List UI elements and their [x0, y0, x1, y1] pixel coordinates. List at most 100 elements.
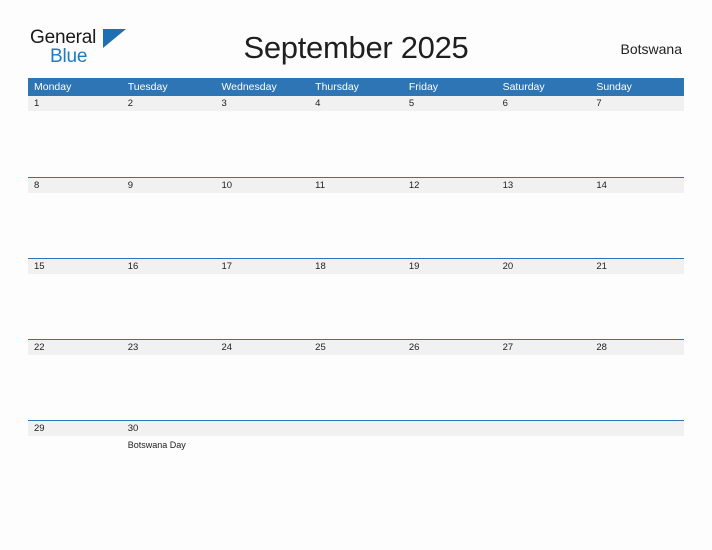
- event-band: Botswana Day: [28, 436, 684, 501]
- day-number[interactable]: 26: [403, 340, 497, 355]
- day-number[interactable]: 4: [309, 96, 403, 111]
- day-number[interactable]: 11: [309, 178, 403, 193]
- day-cell[interactable]: [28, 436, 122, 501]
- day-cell[interactable]: [215, 111, 309, 176]
- weekday-header-saturday: Saturday: [502, 81, 545, 93]
- day-cell: [590, 436, 684, 501]
- date-number-band: 1234567: [28, 96, 684, 111]
- day-cell: [215, 436, 309, 501]
- day-number[interactable]: 3: [215, 96, 309, 111]
- day-cell[interactable]: [403, 193, 497, 258]
- day-number[interactable]: 15: [28, 259, 122, 274]
- day-cell[interactable]: [590, 111, 684, 176]
- day-number: [403, 421, 497, 436]
- day-cell[interactable]: [309, 355, 403, 420]
- day-cell[interactable]: [403, 355, 497, 420]
- day-number[interactable]: 29: [28, 421, 122, 436]
- weekday-header-monday: Monday: [34, 81, 72, 93]
- day-number[interactable]: 16: [122, 259, 216, 274]
- day-cell[interactable]: [122, 355, 216, 420]
- day-cell: [497, 436, 591, 501]
- day-number[interactable]: 22: [28, 340, 122, 355]
- day-cell[interactable]: [309, 111, 403, 176]
- day-cell[interactable]: [122, 193, 216, 258]
- day-number[interactable]: 13: [497, 178, 591, 193]
- weekday-header-thursday: Thursday: [315, 81, 359, 93]
- day-number[interactable]: 28: [590, 340, 684, 355]
- day-number: [497, 421, 591, 436]
- day-event: Botswana Day: [127, 440, 186, 450]
- page-header: General Blue September 2025 Botswana: [0, 0, 712, 78]
- event-band: [28, 355, 684, 420]
- day-number: [309, 421, 403, 436]
- weekday-header-tuesday: Tuesday: [127, 81, 168, 93]
- weekday-header-wednesday: Wednesday: [221, 81, 277, 93]
- calendar-page: General Blue September 2025 Botswana Mon…: [0, 0, 712, 550]
- day-number[interactable]: 5: [403, 96, 497, 111]
- day-number[interactable]: 1: [28, 96, 122, 111]
- event-band: [28, 111, 684, 176]
- weekday-header-row: Monday Tuesday Wednesday Thursday Friday…: [28, 78, 684, 96]
- day-cell: [309, 436, 403, 501]
- calendar-week-row: 1234567: [28, 96, 684, 177]
- date-number-band: 15 16 17 18 19 20 21: [28, 259, 684, 274]
- calendar-week-row: 8 9 10 11 12 13 14: [28, 177, 684, 258]
- day-number[interactable]: 12: [403, 178, 497, 193]
- day-cell[interactable]: [28, 355, 122, 420]
- day-cell[interactable]: [309, 274, 403, 339]
- day-number[interactable]: 9: [122, 178, 216, 193]
- day-cell[interactable]: [403, 111, 497, 176]
- day-cell[interactable]: [497, 274, 591, 339]
- day-cell[interactable]: [215, 355, 309, 420]
- date-number-band: 8 9 10 11 12 13 14: [28, 178, 684, 193]
- day-cell[interactable]: [215, 274, 309, 339]
- calendar-week-row: 22 23 24 25 26 27 28: [28, 339, 684, 420]
- date-number-band: 22 23 24 25 26 27 28: [28, 340, 684, 355]
- day-number[interactable]: 8: [28, 178, 122, 193]
- day-cell[interactable]: Botswana Day: [122, 436, 216, 501]
- day-cell[interactable]: [28, 274, 122, 339]
- day-cell: [403, 436, 497, 501]
- country-label: Botswana: [620, 41, 682, 57]
- day-cell[interactable]: [28, 111, 122, 176]
- event-band: [28, 274, 684, 339]
- day-number[interactable]: 18: [309, 259, 403, 274]
- calendar-weeks: 1 2 3 4 5 6 7 8 9 10 11 12 13 14 15 16 17 18 19 20 21 22 23 24 2…: [28, 96, 684, 501]
- day-cell[interactable]: [497, 111, 591, 176]
- event-band: [28, 193, 684, 258]
- calendar-week-row: 29 30 Botswana Day: [28, 420, 684, 501]
- day-cell[interactable]: [28, 193, 122, 258]
- day-cell[interactable]: [403, 274, 497, 339]
- day-number[interactable]: 14: [590, 178, 684, 193]
- day-number[interactable]: 17: [215, 259, 309, 274]
- day-number: [215, 421, 309, 436]
- day-number[interactable]: 2: [122, 96, 216, 111]
- day-number[interactable]: 7: [590, 96, 684, 111]
- date-number-band: 29 30: [28, 421, 684, 436]
- day-cell[interactable]: [590, 193, 684, 258]
- day-number[interactable]: 30: [122, 421, 216, 436]
- day-cell[interactable]: [497, 355, 591, 420]
- day-cell[interactable]: [122, 274, 216, 339]
- calendar-grid: Monday Tuesday Wednesday Thursday Friday…: [28, 78, 684, 501]
- page-title: September 2025: [243, 30, 469, 65]
- day-number[interactable]: 23: [122, 340, 216, 355]
- day-number[interactable]: 6: [497, 96, 591, 111]
- day-number: [590, 421, 684, 436]
- calendar-week-row: 15 16 17 18 19 20 21: [28, 258, 684, 339]
- day-number[interactable]: 10: [215, 178, 309, 193]
- day-cell[interactable]: [215, 193, 309, 258]
- day-number[interactable]: 27: [497, 340, 591, 355]
- day-cell[interactable]: [122, 111, 216, 176]
- day-cell[interactable]: [590, 274, 684, 339]
- day-cell[interactable]: [497, 193, 591, 258]
- weekday-header-friday: Friday: [408, 81, 439, 93]
- day-number[interactable]: 25: [309, 340, 403, 355]
- day-number[interactable]: 24: [215, 340, 309, 355]
- weekday-header-sunday: Sunday: [596, 81, 632, 93]
- day-number[interactable]: 19: [403, 259, 497, 274]
- day-number[interactable]: 21: [590, 259, 684, 274]
- day-number[interactable]: 20: [497, 259, 591, 274]
- day-cell[interactable]: [309, 193, 403, 258]
- day-cell[interactable]: [590, 355, 684, 420]
